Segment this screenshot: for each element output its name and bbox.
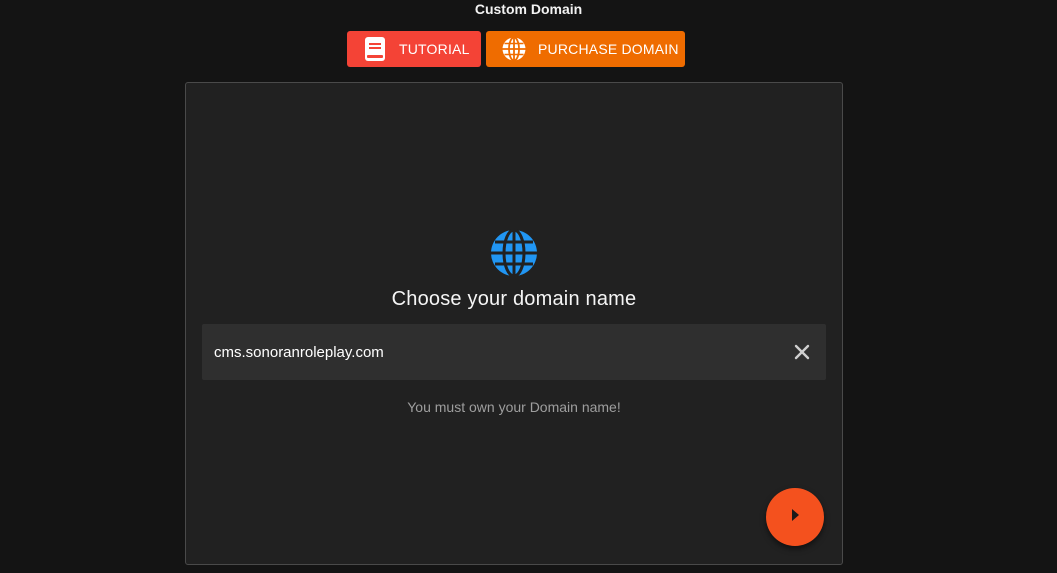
action-buttons: TUTORIAL PURCHASE DOMAIN [347, 31, 685, 67]
domain-card: Choose your domain name You must own you… [185, 82, 843, 565]
clear-icon[interactable] [792, 342, 812, 362]
tutorial-button-label: TUTORIAL [399, 41, 470, 57]
purchase-domain-button[interactable]: PURCHASE DOMAIN [486, 31, 685, 67]
purchase-domain-button-label: PURCHASE DOMAIN [538, 41, 679, 57]
play-arrow-icon [787, 507, 803, 528]
globe-icon [490, 228, 538, 278]
card-heading: Choose your domain name [391, 288, 637, 310]
tutorial-button[interactable]: TUTORIAL [347, 31, 481, 67]
page-title: Custom Domain [474, 1, 583, 17]
domain-input[interactable] [214, 324, 774, 380]
next-button[interactable] [766, 488, 824, 546]
globe-icon [502, 37, 526, 61]
domain-field [202, 324, 826, 380]
ownership-hint: You must own your Domain name! [407, 399, 621, 415]
book-icon [363, 37, 387, 61]
